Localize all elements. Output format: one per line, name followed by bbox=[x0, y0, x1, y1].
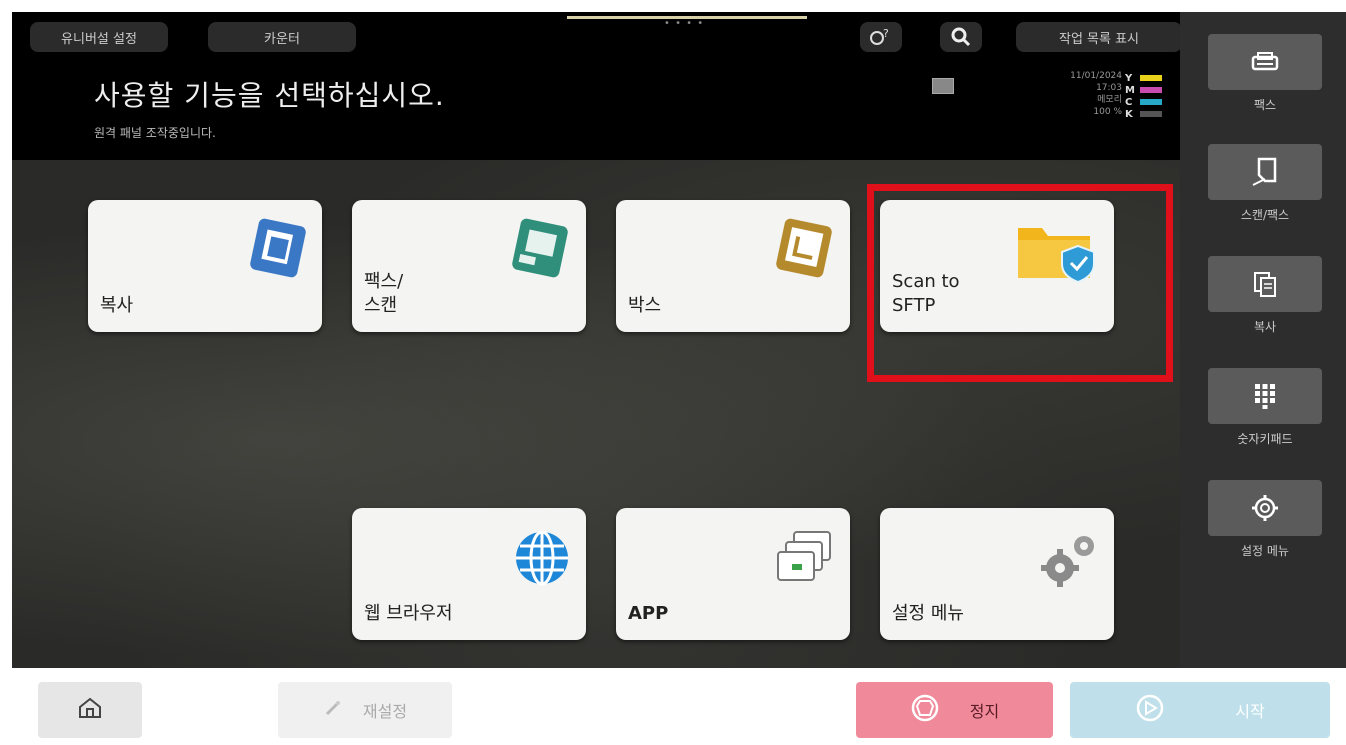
toner-row-k: K bbox=[1125, 108, 1185, 120]
toner-bar bbox=[1140, 75, 1162, 81]
scan-doc-icon[interactable] bbox=[1208, 144, 1322, 200]
copy-icon bbox=[240, 216, 310, 286]
globe-icon bbox=[504, 524, 574, 594]
toner-levels: Y M C K bbox=[1125, 72, 1185, 120]
sidebar-item-settings[interactable]: 설정 메뉴 bbox=[1208, 480, 1322, 576]
tile-copy[interactable]: 복사 bbox=[88, 200, 322, 332]
tile-label: 복사 bbox=[100, 295, 134, 316]
tile-label: APP bbox=[628, 603, 669, 624]
toner-letter: K bbox=[1125, 108, 1133, 120]
home-button[interactable] bbox=[38, 682, 142, 738]
remote-panel-status: 원격 패널 조작중입니다. bbox=[94, 126, 216, 140]
svg-text:?: ? bbox=[883, 27, 889, 40]
tile-label: 웹 브라우저 bbox=[364, 603, 453, 624]
date-time-memory: 11/01/2024 17:03 메모리 100 % bbox=[1022, 70, 1122, 118]
job-list-button[interactable]: 작업 목록 표시 bbox=[1016, 22, 1182, 52]
search-icon[interactable] bbox=[940, 22, 982, 52]
counter-button[interactable]: 카운터 bbox=[208, 22, 356, 52]
memory-value: 100 % bbox=[1093, 107, 1122, 117]
start-icon bbox=[1135, 693, 1165, 727]
date-text: 11/01/2024 bbox=[1070, 71, 1122, 81]
sidebar-item-keypad[interactable]: 숫자키패드 bbox=[1208, 368, 1322, 464]
memory-label: 메모리 bbox=[1097, 95, 1122, 105]
reset-icon bbox=[323, 698, 343, 722]
toner-bar bbox=[1140, 87, 1162, 93]
stop-icon bbox=[910, 693, 940, 727]
sidebar-label: 스캔/팩스 bbox=[1240, 208, 1290, 222]
sidebar-label: 팩스 bbox=[1253, 98, 1277, 112]
toner-bar bbox=[1140, 99, 1162, 105]
highlight-box bbox=[867, 184, 1173, 382]
toner-letter: C bbox=[1125, 96, 1133, 108]
home-icon bbox=[77, 696, 103, 724]
gear-icon bbox=[1032, 524, 1102, 594]
stop-label: 정지 bbox=[969, 702, 1000, 721]
tile-fax-scan[interactable]: 팩스/ 스캔 bbox=[352, 200, 586, 332]
start-label: 시작 bbox=[1235, 702, 1265, 721]
help-icon[interactable]: ? bbox=[860, 22, 902, 52]
sidebar-item-scan-fax[interactable]: 스캔/팩스 bbox=[1208, 144, 1322, 240]
time-text: 17:03 bbox=[1096, 83, 1122, 93]
top-bar: • • • • 유니버설 설정 카운터 ? 작업 목록 표시 사용할 기능을 선… bbox=[12, 12, 1192, 160]
tile-label: 설정 메뉴 bbox=[892, 603, 964, 624]
machine-status-icon bbox=[932, 78, 954, 94]
box-icon bbox=[768, 216, 838, 286]
toner-letter: M bbox=[1125, 84, 1135, 96]
toner-bar bbox=[1140, 111, 1162, 117]
tile-app[interactable]: APP bbox=[616, 508, 850, 640]
toner-row-m: M bbox=[1125, 84, 1185, 96]
toner-row-y: Y bbox=[1125, 72, 1185, 84]
bottom-bar: 재설정 정지 시작 bbox=[0, 668, 1346, 745]
copy-pages-icon[interactable] bbox=[1208, 256, 1322, 312]
sidebar-label: 복사 bbox=[1253, 320, 1277, 334]
sidebar-label: 숫자키패드 bbox=[1237, 432, 1293, 446]
app-windows-icon bbox=[768, 524, 838, 594]
tile-label: 박스 bbox=[628, 295, 662, 316]
settings-gear-icon[interactable] bbox=[1208, 480, 1322, 536]
tile-settings-menu[interactable]: 설정 메뉴 bbox=[880, 508, 1114, 640]
drag-handle-icon[interactable]: • • • • bbox=[664, 18, 704, 29]
page-title: 사용할 기능을 선택하십시오. bbox=[94, 79, 445, 112]
reset-button[interactable]: 재설정 bbox=[278, 682, 452, 738]
sidebar-item-fax[interactable]: 팩스 bbox=[1208, 34, 1322, 130]
tile-web-browser[interactable]: 웹 브라우저 bbox=[352, 508, 586, 640]
sidebar-item-copy[interactable]: 복사 bbox=[1208, 256, 1322, 352]
keypad-icon[interactable] bbox=[1208, 368, 1322, 424]
stop-button[interactable]: 정지 bbox=[856, 682, 1053, 738]
universal-settings-button[interactable]: 유니버설 설정 bbox=[30, 22, 168, 52]
fax-scan-icon bbox=[504, 216, 574, 286]
right-sidebar: 팩스 스캔/팩스 복사 숫자키패드 설정 메뉴 bbox=[1180, 12, 1346, 668]
reset-label: 재설정 bbox=[362, 702, 408, 721]
start-button[interactable]: 시작 bbox=[1070, 682, 1330, 738]
tile-box[interactable]: 박스 bbox=[616, 200, 850, 332]
printer-icon[interactable] bbox=[1208, 34, 1322, 90]
toner-row-c: C bbox=[1125, 96, 1185, 108]
sidebar-label: 설정 메뉴 bbox=[1241, 544, 1289, 558]
toner-letter: Y bbox=[1125, 72, 1133, 84]
control-panel-screen: • • • • 유니버설 설정 카운터 ? 작업 목록 표시 사용할 기능을 선… bbox=[12, 12, 1346, 668]
tile-label: 팩스/ 스캔 bbox=[364, 271, 404, 316]
